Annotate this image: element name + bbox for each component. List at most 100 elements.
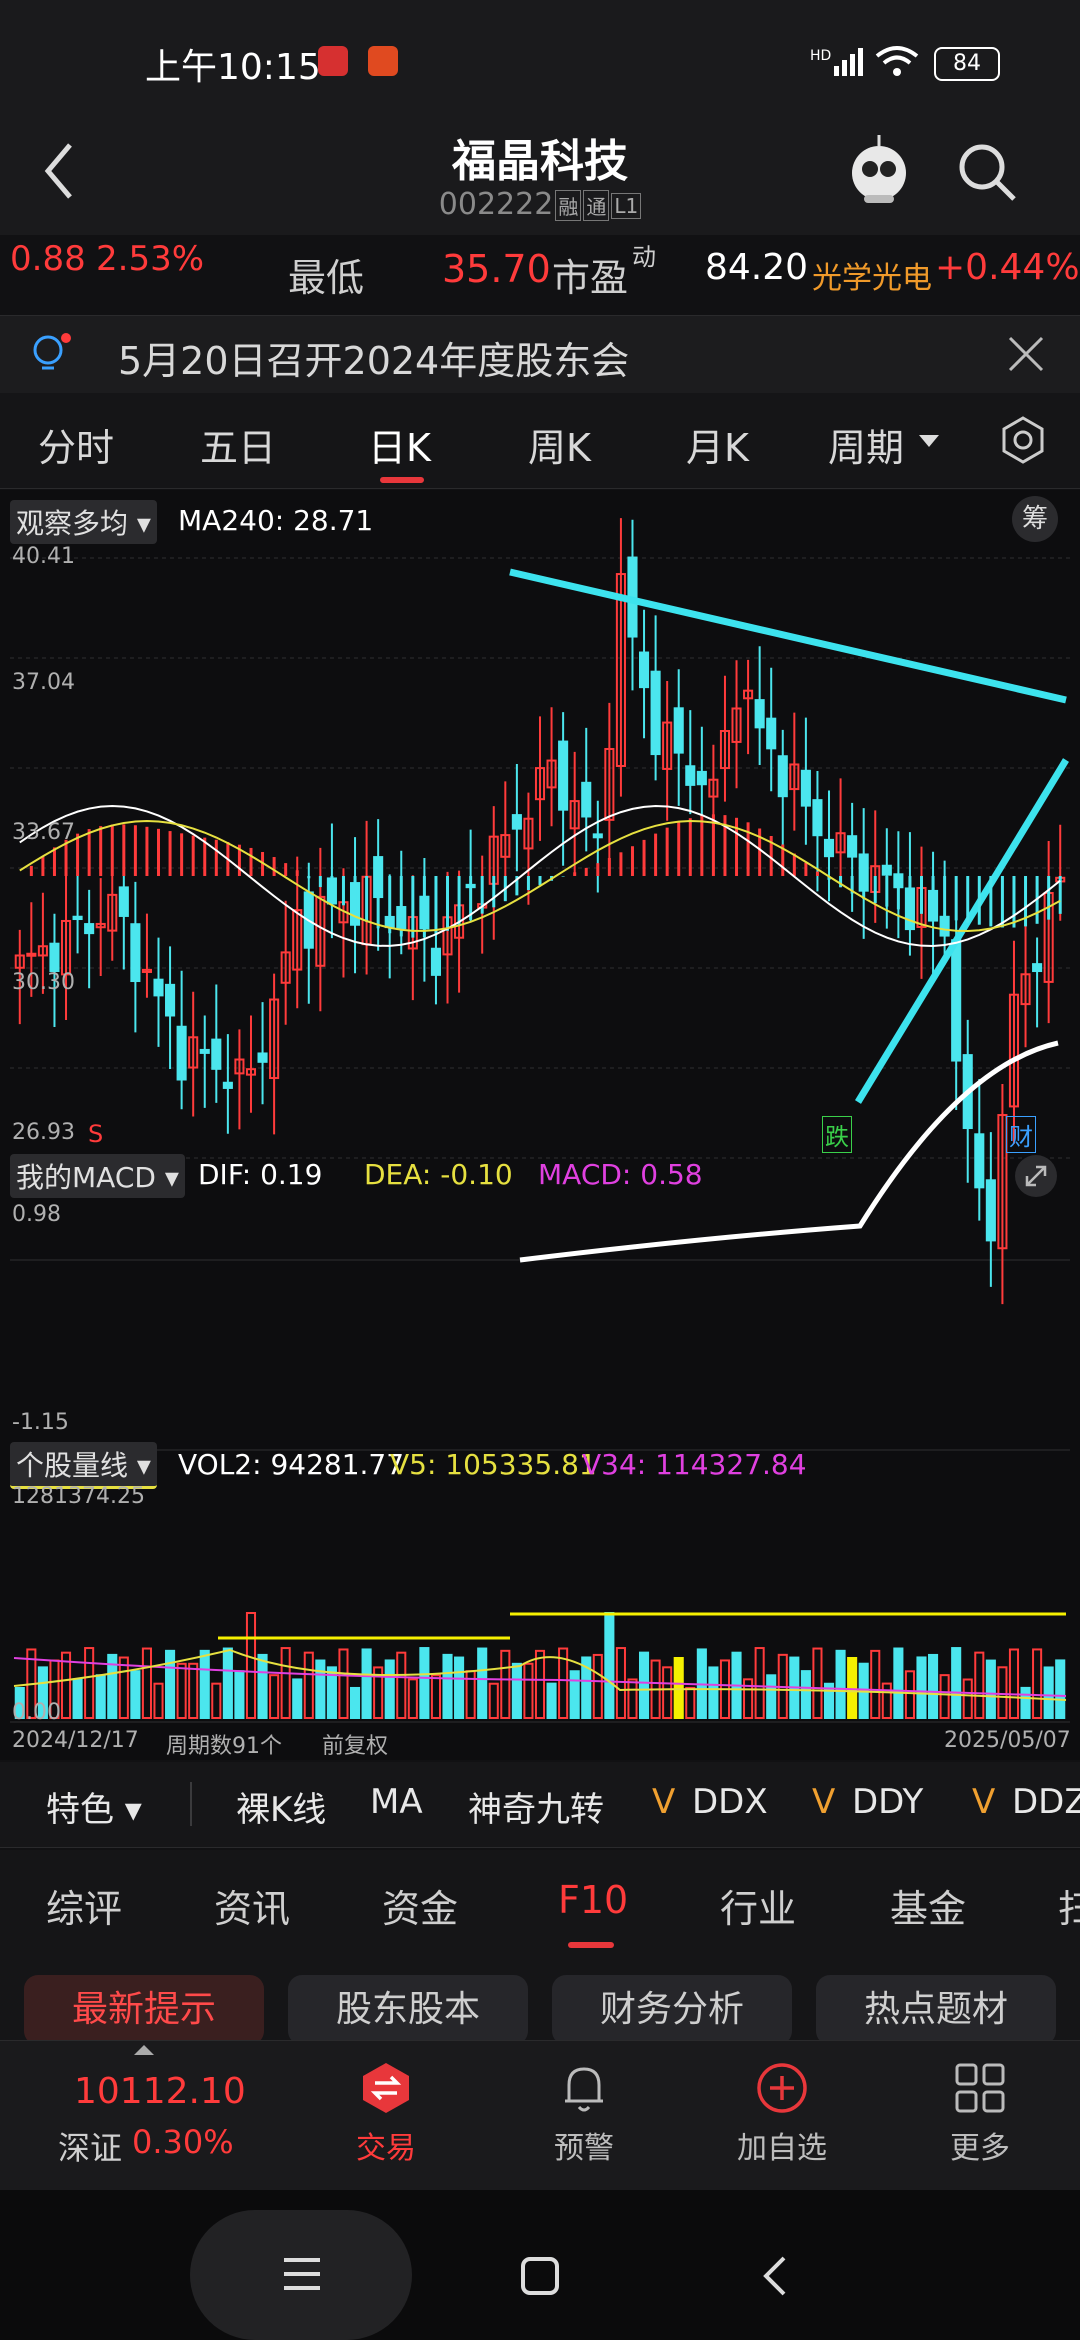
search-icon[interactable] [956, 141, 1018, 203]
candle-body [49, 942, 60, 972]
menu-icon [284, 2258, 320, 2290]
volume-bar [269, 1674, 280, 1719]
close-icon[interactable] [1006, 334, 1046, 374]
sector-name[interactable]: 光学光电 [812, 253, 932, 297]
volume-bar [338, 1648, 349, 1719]
candle-body [581, 781, 592, 818]
tab-intraday[interactable]: 分时 [38, 417, 114, 472]
volume-bar [430, 1674, 442, 1720]
volume-bar [188, 1662, 199, 1720]
candle-body [985, 1179, 996, 1242]
volume-bar [419, 1647, 430, 1720]
tab-period[interactable]: 周期 [828, 417, 904, 472]
y-label-2: 37.04 [12, 670, 75, 695]
f10-chips: 最新提示 股东股本 财务分析 热点题材 [0, 1950, 1080, 2045]
notice-bar[interactable]: 5月20日召开2024年度股东会 [0, 315, 1080, 395]
volume-bar [292, 1678, 303, 1720]
volume-bar [812, 1647, 823, 1719]
volume-bar [997, 1666, 1008, 1720]
period-tabs: 分时 五日 日K 周K 月K 周期 [0, 393, 1080, 489]
kline-chart-area[interactable]: 观察多均 ▾ MA240: 28.71 筹 40.41 37.04 33.67 … [0, 490, 1080, 1760]
volume-bar [199, 1649, 210, 1719]
candle-body [1032, 963, 1043, 973]
volume-dropdown[interactable]: 个股量线 ▾ [10, 1442, 157, 1489]
feature-ddz[interactable]: DDZ [1012, 1782, 1080, 1822]
date-start: 2024/12/17 [12, 1728, 139, 1753]
candle-body [638, 651, 650, 689]
nav-alert[interactable]: 预警 [504, 2061, 664, 2167]
tab-five-day[interactable]: 五日 [200, 417, 276, 472]
tab-more-partial[interactable]: 扫 [1058, 1878, 1080, 1933]
volume-bar [673, 1657, 684, 1719]
signal-icon: HD [810, 48, 863, 76]
nav-add-watchlist[interactable]: 加自选 [702, 2061, 862, 2167]
tab-daily-k[interactable]: 日K [368, 417, 431, 472]
feature-ddy[interactable]: DDY [852, 1782, 923, 1822]
nav-trade[interactable]: 交易 [306, 2061, 466, 2167]
volume-bar [1008, 1648, 1020, 1720]
candle-body [118, 886, 129, 917]
menu-button[interactable] [190, 2210, 412, 2340]
chevron-up-icon[interactable] [132, 2043, 156, 2057]
quote-strip: 0.88 2.53% 最低 35.70 市盈 动 84.20 光学光电 +0.4… [0, 235, 1080, 315]
volume-bar [708, 1666, 719, 1720]
tab-funds-flow[interactable]: 资金 [382, 1878, 458, 1933]
chip-latest[interactable]: 最新提示 [24, 1975, 264, 2045]
chip-finance[interactable]: 财务分析 [552, 1975, 792, 2045]
macd-dif: DIF: 0.19 [198, 1158, 323, 1191]
volume-bar [546, 1682, 557, 1720]
candle-body [222, 1081, 233, 1089]
tab-overview[interactable]: 综评 [46, 1878, 122, 1933]
volume-bar [349, 1686, 361, 1720]
index-value[interactable]: 10112.10 [74, 2071, 246, 2112]
tab-funds[interactable]: 基金 [890, 1878, 966, 1933]
candle-body [211, 1038, 222, 1070]
robot-assistant-icon[interactable] [846, 131, 912, 211]
feature-bare-k[interactable]: 裸K线 [236, 1782, 326, 1831]
volume-bar [407, 1678, 418, 1719]
volume-bar [72, 1678, 83, 1719]
macd-y-top: 0.98 [12, 1202, 61, 1227]
feature-dropdown[interactable]: 特色 ▾ [46, 1782, 142, 1831]
index-pct: 0.30% [132, 2123, 234, 2161]
chip-shareholders[interactable]: 股东股本 [288, 1975, 528, 2045]
expand-icon[interactable] [1014, 1154, 1058, 1198]
volume-bar [234, 1670, 245, 1720]
nav-alert-label: 预警 [554, 2131, 614, 2166]
wifi-icon [875, 46, 919, 76]
bell-icon [565, 2067, 603, 2112]
tab-news[interactable]: 资讯 [214, 1878, 290, 1933]
volume-bar [881, 1682, 892, 1719]
nav-more[interactable]: 更多 [900, 2061, 1060, 2167]
price-change: 0.88 [10, 239, 86, 279]
candle-body [685, 765, 696, 786]
home-square-icon[interactable] [520, 2256, 560, 2296]
feature-ma[interactable]: MA [370, 1782, 423, 1822]
volume-bar [1055, 1659, 1066, 1720]
feature-ddx[interactable]: DDX [692, 1782, 768, 1822]
stock-code-row: 002222 融通 L1 [0, 187, 1080, 222]
back-nav-icon[interactable] [760, 2254, 790, 2298]
vip-icon: V [972, 1782, 996, 1822]
chip-hot-topics[interactable]: 热点题材 [816, 1975, 1056, 2045]
settings-hex-icon[interactable] [998, 415, 1048, 465]
news-app-icon [318, 46, 348, 76]
date-end: 2025/05/07 [944, 1728, 1071, 1753]
volume-bar [454, 1656, 465, 1720]
candle-body [696, 770, 707, 786]
macd-dropdown[interactable]: 我的MACD ▾ [10, 1154, 185, 1198]
volume-bar [962, 1678, 973, 1719]
feature-nine-turns[interactable]: 神奇九转 [468, 1782, 604, 1831]
volume-bar [118, 1656, 129, 1719]
volume-bar [442, 1653, 453, 1720]
vip-icon: V [812, 1782, 836, 1822]
tab-industry[interactable]: 行业 [720, 1878, 796, 1933]
volume-bar [523, 1662, 534, 1719]
tab-monthly-k[interactable]: 月K [686, 417, 749, 472]
candle-body [26, 952, 37, 957]
tab-weekly-k[interactable]: 周K [528, 417, 591, 472]
volume-bar [245, 1612, 257, 1719]
notice-text: 5月20日召开2024年度股东会 [118, 339, 630, 383]
tab-f10[interactable]: F10 [558, 1878, 628, 1922]
volume-v5: V5: 105335.81 [390, 1448, 597, 1481]
